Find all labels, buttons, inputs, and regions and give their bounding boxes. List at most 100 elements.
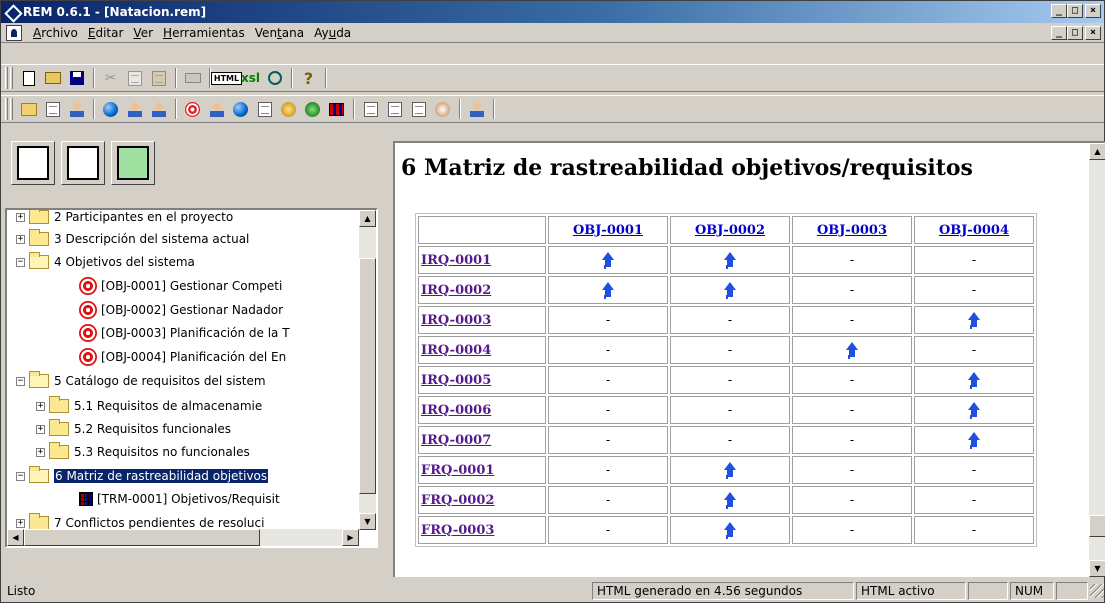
print-button[interactable] bbox=[181, 67, 204, 89]
requirement-link[interactable]: IRQ-0005 bbox=[421, 373, 491, 388]
tree-item[interactable]: +5.3 Requisitos no funcionales bbox=[36, 441, 250, 463]
tree-item[interactable]: [OBJ-0004] Planificación del En bbox=[79, 346, 286, 368]
toolbar-grip[interactable] bbox=[5, 67, 8, 89]
maximize-button[interactable]: □ bbox=[1067, 4, 1083, 18]
expand-icon[interactable]: + bbox=[36, 424, 45, 434]
scroll-up-button[interactable]: ▲ bbox=[359, 210, 376, 227]
requirement-link[interactable]: IRQ-0002 bbox=[421, 283, 491, 298]
preview-button[interactable] bbox=[263, 67, 286, 89]
tree-item[interactable]: − 4 Objetivos del sistema bbox=[16, 251, 195, 273]
collapse-icon[interactable]: − bbox=[16, 257, 25, 267]
menu-archivo[interactable]: Archivo bbox=[28, 26, 83, 40]
menu-ver[interactable]: Ver bbox=[128, 26, 158, 40]
toolbar-grip[interactable] bbox=[5, 98, 8, 120]
tree-item[interactable]: +3 Descripción del sistema actual bbox=[16, 228, 249, 250]
tree-item[interactable]: +7 Conflictos pendientes de resoluci bbox=[16, 512, 264, 530]
add-objective-button[interactable] bbox=[181, 98, 204, 120]
menu-ventana[interactable]: Ventana bbox=[250, 26, 309, 40]
expand-icon[interactable]: + bbox=[16, 212, 25, 222]
add-stakeholder-button[interactable] bbox=[123, 98, 146, 120]
tree-item[interactable]: [OBJ-0001] Gestionar Competi bbox=[79, 275, 282, 297]
menu-editar[interactable]: Editar bbox=[83, 26, 129, 40]
objective-link[interactable]: OBJ-0003 bbox=[817, 223, 887, 238]
rem-app-icon[interactable] bbox=[5, 5, 19, 19]
menu-herramientas[interactable]: Herramientas bbox=[158, 26, 250, 40]
content-scroll-up-button[interactable]: ▲ bbox=[1089, 143, 1105, 160]
title-bar[interactable]: REM 0.6.1 - [Natacion.rem] _ □ × bbox=[1, 1, 1104, 23]
open-button[interactable] bbox=[41, 67, 64, 89]
new-button[interactable] bbox=[17, 67, 40, 89]
content-scroll-thumb[interactable] bbox=[1089, 515, 1105, 537]
add-info-requirement-button[interactable] bbox=[229, 98, 252, 120]
objective-link[interactable]: OBJ-0004 bbox=[939, 223, 1009, 238]
tree-item[interactable]: +5.2 Requisitos funcionales bbox=[36, 418, 231, 440]
menu-ayuda[interactable]: Ayuda bbox=[309, 26, 356, 40]
tree-item[interactable]: +5.1 Requisitos de almacenamie bbox=[36, 395, 262, 417]
requirement-link[interactable]: IRQ-0004 bbox=[421, 343, 491, 358]
requirement-link[interactable]: FRQ-0001 bbox=[421, 463, 494, 478]
xsl-button[interactable]: xsl bbox=[239, 67, 262, 89]
requirement-link[interactable]: FRQ-0003 bbox=[421, 523, 494, 538]
add-requirement-button[interactable] bbox=[205, 98, 228, 120]
expand-icon[interactable]: + bbox=[36, 447, 45, 457]
add-nonfunctional-button[interactable] bbox=[301, 98, 324, 120]
add-traceability-button[interactable] bbox=[431, 98, 454, 120]
tree-horizontal-scrollbar[interactable]: ◀ ▶ bbox=[7, 529, 359, 546]
add-organization-button[interactable] bbox=[65, 98, 88, 120]
scroll-right-button[interactable]: ▶ bbox=[342, 529, 359, 546]
tab-analysis-view[interactable] bbox=[111, 141, 155, 185]
content-scroll-down-button[interactable]: ▼ bbox=[1089, 560, 1105, 577]
requirement-link[interactable]: IRQ-0006 bbox=[421, 403, 491, 418]
collapse-icon[interactable]: − bbox=[16, 376, 25, 386]
add-paragraph-button[interactable] bbox=[41, 98, 64, 120]
requirement-link[interactable]: IRQ-0001 bbox=[421, 253, 491, 268]
doc-close-button[interactable]: × bbox=[1085, 26, 1101, 40]
paste-button[interactable] bbox=[147, 67, 170, 89]
add-defect-button[interactable] bbox=[383, 98, 406, 120]
tree-item[interactable]: − 6 Matriz de rastreabilidad objetivos bbox=[16, 465, 269, 487]
tab-structure-view[interactable] bbox=[61, 141, 105, 185]
document-tree[interactable]: +2 Participantes en el proyecto +3 Descri… bbox=[5, 208, 378, 548]
objective-link[interactable]: OBJ-0001 bbox=[573, 223, 643, 238]
tree-vertical-scrollbar[interactable]: ▲ ▼ bbox=[359, 210, 376, 530]
tree-item[interactable]: [OBJ-0003] Planificación de la T bbox=[79, 322, 290, 344]
expand-icon[interactable]: + bbox=[16, 518, 25, 528]
tree-item[interactable]: − 5 Catálogo de requisitos del sistem bbox=[16, 370, 266, 392]
requirement-link[interactable]: IRQ-0003 bbox=[421, 313, 491, 328]
collapse-icon[interactable]: − bbox=[16, 471, 25, 481]
tree-item[interactable]: [TRM-0001] Objetivos/Requisit bbox=[79, 488, 280, 510]
requirement-link[interactable]: IRQ-0007 bbox=[421, 433, 491, 448]
tree-item[interactable]: +2 Participantes en el proyecto bbox=[16, 210, 233, 228]
copy-button[interactable] bbox=[123, 67, 146, 89]
html-button[interactable]: HTML bbox=[210, 67, 243, 89]
add-change-request-button[interactable] bbox=[407, 98, 430, 120]
cut-button[interactable]: ✂ bbox=[99, 67, 122, 89]
doc-restore-button[interactable]: □ bbox=[1067, 26, 1083, 40]
requirement-link[interactable]: FRQ-0002 bbox=[421, 493, 494, 508]
doc-minimize-button[interactable]: _ bbox=[1051, 26, 1067, 40]
resize-grip[interactable] bbox=[1090, 584, 1104, 598]
add-conflict-button[interactable] bbox=[359, 98, 382, 120]
add-section-button[interactable] bbox=[17, 98, 40, 120]
scroll-down-button[interactable]: ▼ bbox=[359, 513, 376, 530]
add-use-case-button[interactable] bbox=[277, 98, 300, 120]
document-system-icon[interactable] bbox=[6, 24, 22, 41]
horizontal-scroll-thumb[interactable] bbox=[24, 529, 260, 546]
help-button[interactable]: ? bbox=[297, 67, 320, 89]
scroll-left-button[interactable]: ◀ bbox=[7, 529, 24, 546]
objective-link[interactable]: OBJ-0002 bbox=[695, 223, 765, 238]
scroll-thumb[interactable] bbox=[359, 258, 376, 494]
add-glossary-button[interactable] bbox=[99, 98, 122, 120]
tab-requirements-view[interactable] bbox=[11, 141, 55, 185]
save-button[interactable] bbox=[65, 67, 88, 89]
content-vertical-scrollbar[interactable]: ▲ ▼ bbox=[1089, 143, 1105, 577]
add-matrix-button[interactable] bbox=[325, 98, 348, 120]
add-actor-button[interactable] bbox=[147, 98, 170, 120]
expand-icon[interactable]: + bbox=[16, 234, 25, 244]
expand-icon[interactable]: + bbox=[36, 401, 45, 411]
generate-button[interactable] bbox=[465, 98, 488, 120]
add-functional-requirement-button[interactable] bbox=[253, 98, 276, 120]
close-button[interactable]: × bbox=[1085, 4, 1101, 18]
tree-item[interactable]: [OBJ-0002] Gestionar Nadador bbox=[79, 299, 283, 321]
minimize-button[interactable]: _ bbox=[1051, 4, 1067, 18]
